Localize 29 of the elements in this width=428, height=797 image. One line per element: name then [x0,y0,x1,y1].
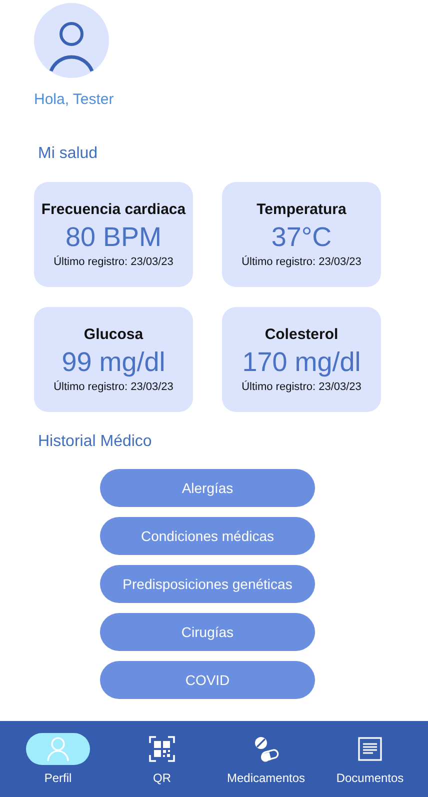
last-record-date: Último registro: 23/03/23 [242,256,362,268]
last-record-date: Último registro: 23/03/23 [54,256,174,268]
nav-tab[interactable]: QR [112,733,212,785]
history-button[interactable]: Cirugías [100,613,315,651]
document-icon [358,737,382,761]
pills-icon [253,736,279,762]
nav-tab[interactable]: Perfil [8,733,108,785]
history-button[interactable]: Condiciones médicas [100,517,315,555]
history-button[interactable]: COVID [100,661,315,699]
section-title: Historial Médico [38,433,152,451]
metric-label: Colesterol [264,326,338,343]
metric-value: 170 mg/dl [242,347,361,378]
qr-code-icon [149,736,175,762]
last-record-date: Último registro: 23/03/23 [242,381,362,393]
history-button[interactable]: Alergías [100,469,315,507]
history-button[interactable]: Predisposiciones genéticas [100,565,315,603]
avatar-icon [34,3,109,78]
nav-tab[interactable]: Documentos [320,733,420,785]
person-icon [47,736,69,762]
section-title: Mi salud [38,145,98,163]
nav-tab[interactable]: Medicamentos [216,733,316,785]
last-record-date: Último registro: 23/03/23 [54,381,174,393]
metric-label: Temperatura [256,201,346,218]
metric-value: 80 BPM [65,222,162,253]
metric-label: Frecuencia cardiaca [41,201,186,218]
metric-label: Glucosa [84,326,144,343]
metric-value: 99 mg/dl [62,347,166,378]
metric-value: 37°C [271,222,332,253]
greeting: Hola, Tester [34,91,114,108]
